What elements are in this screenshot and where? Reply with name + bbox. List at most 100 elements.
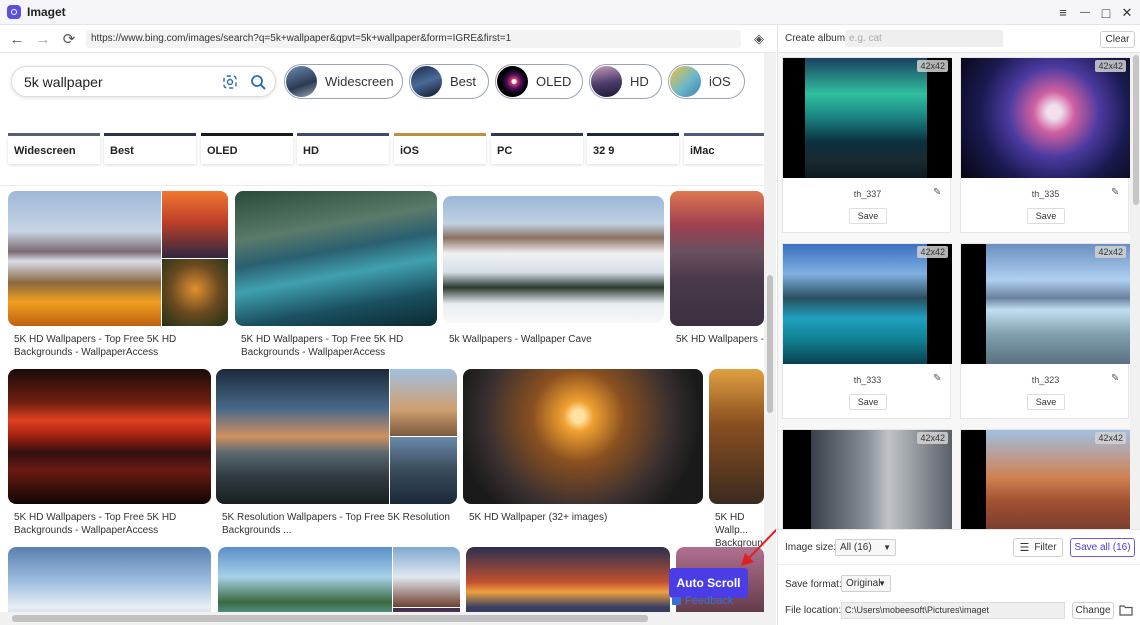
folder-icon[interactable] <box>1119 604 1133 616</box>
save-button[interactable]: Save <box>849 394 887 410</box>
image-result[interactable] <box>670 191 764 326</box>
clear-button[interactable]: Clear <box>1100 31 1135 48</box>
bing-images-page: 5k wallpaper Widescreen Best OLED HD iOS… <box>0 53 764 625</box>
change-button[interactable]: Change <box>1072 602 1114 619</box>
image-name: th_335 <box>1031 189 1060 199</box>
chip-thumbnail <box>286 66 317 97</box>
result-caption[interactable]: 5K HD Wallpaper (32+ images) <box>469 511 699 524</box>
visual-search-icon[interactable] <box>222 74 238 90</box>
url-field[interactable]: https://www.bing.com/images/search?q=5k+… <box>86 30 741 48</box>
preview-image <box>986 430 1130 529</box>
image-result[interactable] <box>216 369 457 504</box>
image-result[interactable] <box>443 196 664 323</box>
chip-widescreen[interactable]: Widescreen <box>284 64 403 99</box>
image-card[interactable]: 42x42 th_337 ✎ Save <box>782 57 952 233</box>
minimize-button[interactable]: — <box>1074 0 1096 25</box>
extension-icon[interactable]: ◈ <box>749 29 769 49</box>
search-icon[interactable] <box>250 74 267 91</box>
search-box[interactable]: 5k wallpaper <box>11 66 276 97</box>
image-result[interactable] <box>8 191 228 326</box>
feedback-label: Feedback <box>685 595 734 607</box>
chevron-down-icon: ▼ <box>878 579 886 588</box>
related-item[interactable]: PC <box>491 136 583 164</box>
image-result[interactable] <box>709 369 764 504</box>
result-image <box>162 191 228 258</box>
edit-name-icon[interactable]: ✎ <box>1111 187 1119 198</box>
save-button[interactable]: Save <box>1027 208 1065 224</box>
image-card[interactable]: 42x42 th_333 ✎ Save <box>782 243 952 419</box>
related-item[interactable]: iOS <box>394 136 486 164</box>
image-preview <box>783 244 952 364</box>
related-item[interactable]: Widescreen <box>8 136 100 164</box>
size-badge: 42x42 <box>1095 60 1126 72</box>
related-item[interactable]: HD <box>297 136 389 164</box>
save-format-label: Save format: <box>785 579 842 590</box>
edit-name-icon[interactable]: ✎ <box>933 187 941 198</box>
related-item[interactable]: Best <box>104 136 196 164</box>
image-preview <box>783 430 952 529</box>
close-button[interactable]: ✕ <box>1116 0 1138 25</box>
file-location-field[interactable]: C:\Users\mobeesoft\Pictures\imaget <box>841 602 1065 619</box>
album-name-input[interactable]: e.g. cat <box>845 30 1003 47</box>
auto-scroll-button[interactable]: Auto Scroll <box>669 568 748 598</box>
size-badge: 42x42 <box>917 432 948 444</box>
edit-name-icon[interactable]: ✎ <box>933 373 941 384</box>
grid-scrollbar[interactable] <box>1130 53 1140 529</box>
chip-label: OLED <box>536 74 572 89</box>
result-caption[interactable]: 5k Wallpapers - Wallpaper Cave <box>449 333 659 346</box>
annotation-arrow-icon <box>741 528 776 566</box>
reload-button[interactable]: ⟳ <box>59 29 79 49</box>
browser-pane: ← → ⟳ https://www.bing.com/images/search… <box>0 25 776 625</box>
feedback-link[interactable]: Feedback <box>672 595 733 607</box>
chip-thumbnail <box>670 66 701 97</box>
chip-thumbnail <box>411 66 442 97</box>
create-album-label: Create album: <box>785 33 848 44</box>
image-result[interactable] <box>463 369 703 504</box>
chip-label: Best <box>450 74 477 89</box>
preview-image <box>961 58 1130 178</box>
album-row: Create album: e.g. cat Clear <box>778 25 1140 53</box>
chip-hd[interactable]: HD <box>589 64 662 99</box>
title-bar: Imaget ≡ — □ ✕ <box>0 0 1140 25</box>
back-button[interactable]: ← <box>7 29 27 49</box>
file-location-label: File location: <box>785 605 842 616</box>
result-caption[interactable]: 5K HD Wallpapers - Top Free 5K HD Backgr… <box>14 333 229 359</box>
scrollbar-thumb[interactable] <box>767 275 773 413</box>
save-format-select[interactable]: Original ▼ <box>841 575 891 592</box>
chip-label: Widescreen <box>325 74 394 89</box>
search-query[interactable]: 5k wallpaper <box>24 74 103 90</box>
result-caption[interactable]: 5K HD Wallpapers - Top Free 5K HD Backgr… <box>241 333 436 359</box>
image-size-select[interactable]: All (16) ▼ <box>835 539 896 556</box>
chip-ios[interactable]: iOS <box>668 64 745 99</box>
image-size-value: All (16) <box>840 542 872 553</box>
image-card[interactable]: 42x42 <box>960 429 1130 529</box>
related-item[interactable]: OLED <box>201 136 293 164</box>
edit-name-icon[interactable]: ✎ <box>1111 373 1119 384</box>
save-button[interactable]: Save <box>1027 394 1065 410</box>
menu-icon[interactable]: ≡ <box>1052 0 1074 25</box>
scrollbar-thumb[interactable] <box>12 615 648 622</box>
image-card[interactable]: 42x42 <box>782 429 952 529</box>
preview-image <box>986 244 1130 364</box>
size-badge: 42x42 <box>1095 432 1126 444</box>
scrollbar-thumb[interactable] <box>1133 55 1139 205</box>
result-caption[interactable]: 5K Resolution Wallpapers - Top Free 5K R… <box>222 511 457 537</box>
save-all-button[interactable]: Save all (16) <box>1070 538 1135 557</box>
forward-button[interactable]: → <box>33 29 53 49</box>
filter-button[interactable]: ☰ Filter <box>1013 538 1063 557</box>
chip-best[interactable]: Best <box>409 64 489 99</box>
maximize-button[interactable]: □ <box>1095 0 1117 25</box>
chip-oled[interactable]: OLED <box>495 64 583 99</box>
preview-image <box>783 244 927 364</box>
page-horizontal-scrollbar[interactable] <box>0 612 764 625</box>
image-result[interactable] <box>8 369 211 504</box>
related-item[interactable]: iMac <box>684 136 764 164</box>
save-button[interactable]: Save <box>849 208 887 224</box>
result-caption[interactable]: 5K HD Wallpapers - Top F... WallpaperAcc… <box>676 333 764 346</box>
image-result[interactable] <box>235 191 437 326</box>
image-card[interactable]: 42x42 th_335 ✎ Save <box>960 57 1130 233</box>
size-badge: 42x42 <box>1095 246 1126 258</box>
result-caption[interactable]: 5K HD Wallpapers - Top Free 5K HD Backgr… <box>14 511 204 537</box>
related-item[interactable]: 32 9 <box>587 136 679 164</box>
image-card[interactable]: 42x42 th_323 ✎ Save <box>960 243 1130 419</box>
